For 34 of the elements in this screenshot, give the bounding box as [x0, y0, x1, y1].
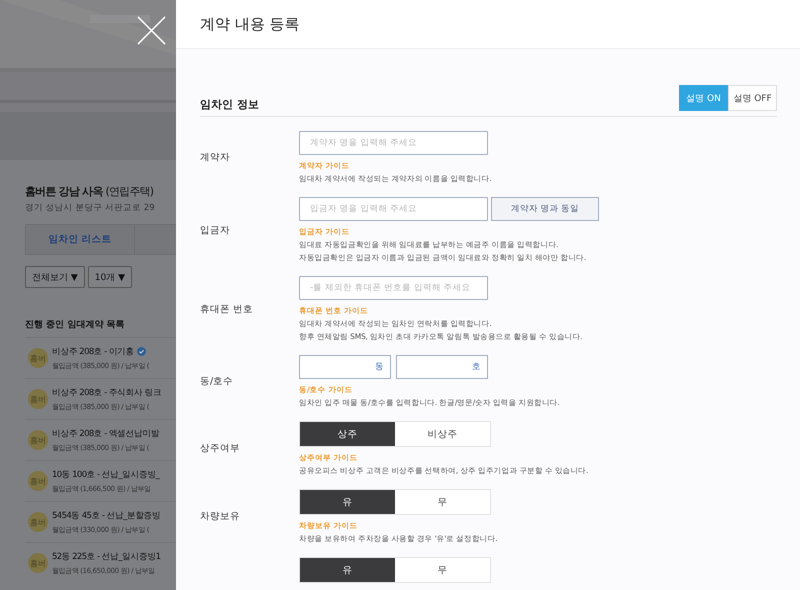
same-as-contractor-button[interactable]: 계약자 명과 동일	[491, 197, 599, 221]
input-field[interactable]: -를 제외한 휴대폰 번호를 입력해 주세요	[299, 276, 488, 300]
segment-option[interactable]: 비상주	[395, 422, 490, 446]
filter-dropdown[interactable]: 10개 ▼	[88, 266, 132, 288]
segment-option[interactable]: 유	[300, 558, 395, 582]
segment-option[interactable]: 무	[395, 490, 490, 514]
field-label: 계약자	[200, 152, 230, 163]
property-title: 홈버튼 강남 사옥 (연립주택)	[25, 184, 154, 199]
field-label: 상주여부	[200, 443, 240, 454]
property-address: 경기 성남시 분당구 서판교로 29	[25, 202, 156, 214]
field-label: 차량보유	[200, 511, 240, 522]
section-title: 임차인 정보	[200, 97, 259, 112]
contract-name[interactable]: 비상주 208호 - 엑셀선납미발	[52, 428, 160, 440]
segment-option[interactable]: 유	[300, 490, 395, 514]
input-field[interactable]: 동	[299, 355, 391, 379]
contract-name[interactable]: 10동 100호 - 선납_일시증빙_	[52, 468, 160, 480]
contract-name[interactable]: 52동 225호 - 선납_일시증빙1	[52, 550, 160, 562]
field-label: 입금자	[200, 224, 230, 236]
close-icon[interactable]	[137, 16, 166, 45]
input-field[interactable]: 계약자 명을 입력해 주세요	[299, 131, 488, 155]
contract-name[interactable]: 비상주 208호 - 이기홍	[52, 346, 134, 358]
contract-name[interactable]: 5454동 45호 - 선납_분할증빙	[52, 510, 160, 522]
field-label: 휴대폰 번호	[200, 304, 254, 314]
segment-option[interactable]: 무	[395, 558, 490, 582]
help-toggle-button[interactable]: 설명 OFF	[728, 85, 777, 111]
help-toggle-button[interactable]: 설명 ON	[679, 85, 728, 111]
contract-name[interactable]: 비상주 208호 - 주식회사 링크	[52, 386, 162, 398]
input-field[interactable]: 호	[396, 355, 488, 379]
filter-dropdown[interactable]: 전체보기 ▼	[25, 266, 85, 288]
dialog-title: 계약 내용 등록	[200, 14, 300, 34]
list-title: 진행 중인 임대계약 목록	[25, 319, 126, 331]
field-label: 동/호수	[200, 376, 234, 387]
segment-option[interactable]: 상주	[300, 422, 395, 446]
input-field[interactable]: 입금자 명을 입력해 주세요	[299, 197, 488, 221]
